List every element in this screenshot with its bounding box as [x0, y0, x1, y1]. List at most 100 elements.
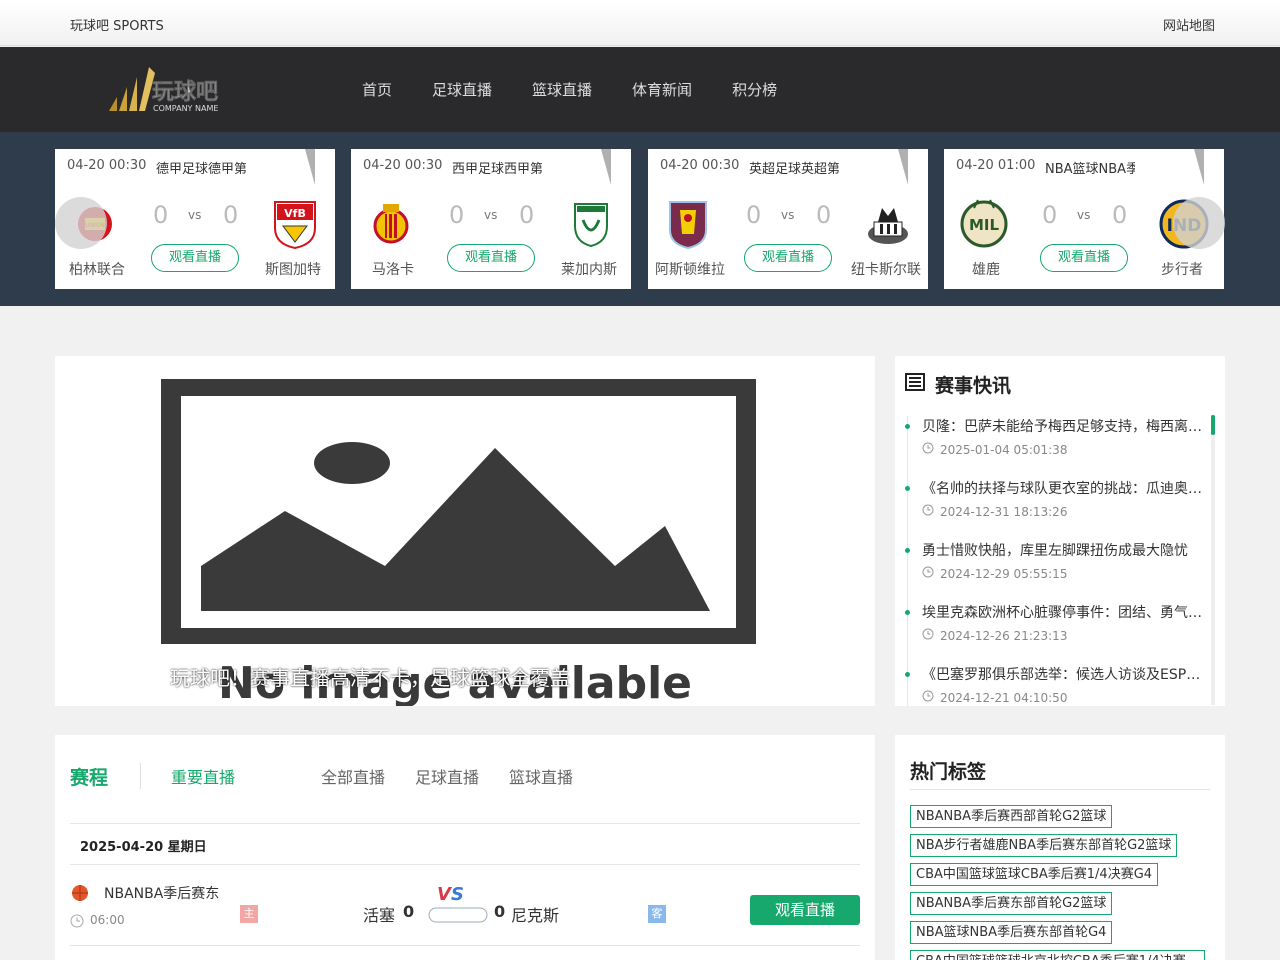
match-league: 英超足球英超第33轮	[749, 162, 839, 174]
row-home-team: 活塞	[363, 906, 396, 925]
row-time: 06:00	[90, 913, 125, 927]
away-team-name: 纽卡斯尔联	[851, 262, 921, 278]
news-date: 2024-12-29 05:55:15	[940, 566, 1068, 581]
home-tag: 主	[240, 905, 258, 923]
logo-text: 玩球吧	[152, 80, 218, 105]
tag-link[interactable]: CBA中国篮球篮球CBA季后赛1/4决赛G4	[910, 863, 1159, 886]
tag-link[interactable]: NBANBA季后赛东部首轮G2篮球	[910, 892, 1113, 915]
svg-text:MIL: MIL	[969, 216, 1000, 234]
tag-link[interactable]: CBA中国篮球篮球北京北控CBA季后赛1/4决赛	[910, 950, 1205, 960]
news-title: 赛事快讯	[935, 375, 1012, 397]
news-headline[interactable]: 《巴塞罗那俱乐部选举：候选人访谈及ESPN报道》	[922, 664, 1208, 684]
clock-icon	[922, 504, 934, 519]
match-league: NBA篮球NBA季后赛	[1045, 162, 1135, 174]
tab-basketball-live[interactable]: 篮球直播	[509, 764, 573, 788]
site-logo[interactable]: 玩球吧 COMPANY NAME	[105, 61, 240, 117]
nav-football-live[interactable]: 足球直播	[432, 79, 492, 100]
watch-live-button[interactable]: 观看直播	[1040, 244, 1128, 272]
away-score: 0	[816, 201, 832, 229]
nav-home[interactable]: 首页	[362, 79, 392, 100]
watch-live-button[interactable]: 观看直播	[744, 244, 832, 272]
svg-text:S: S	[451, 884, 464, 905]
nav-standings[interactable]: 积分榜	[732, 79, 777, 100]
timeline-dot	[905, 486, 910, 491]
hot-tags-panel: 热门标签 NBANBA季后赛西部首轮G2篮球 NBA步行者雄鹿NBA季后赛东部首…	[895, 735, 1225, 960]
card-flag	[1194, 149, 1204, 185]
nav-sports-news[interactable]: 体育新闻	[632, 79, 692, 100]
timeline-dot	[905, 424, 910, 429]
row-home-score: 0	[403, 902, 415, 921]
news-headline[interactable]: 埃里克森欧洲杯心脏骤停事件：团结、勇气与希望	[922, 602, 1208, 622]
news-item[interactable]: 贝隆：巴萨未能给予梅西足够支持，梅西离开令人遗憾 2025-01-04 05:01…	[905, 416, 1208, 478]
clock-icon	[922, 690, 934, 705]
news-headline[interactable]: 勇士惜败快船，库里左脚踝扭伤成最大隐忧	[922, 540, 1208, 560]
schedule-panel: 赛程 重要直播 全部直播 足球直播 篮球直播 2025-04-20 星期日 NB…	[55, 735, 875, 960]
divider	[70, 864, 860, 865]
away-team-name: 斯图加特	[265, 262, 321, 278]
schedule-date: 2025-04-20 星期日	[80, 840, 207, 855]
match-league: 德甲足球德甲第30轮	[156, 162, 246, 174]
nav-items: 首页 足球直播 篮球直播 体育新闻 积分榜	[362, 79, 777, 100]
main-nav: 玩球吧 COMPANY NAME 首页 足球直播 篮球直播 体育新闻 积分榜	[0, 47, 1280, 132]
news-item[interactable]: 《名帅的扶择与球队更衣室的挑战：瓜迪奥拉谈执教心得》 2024-12-31 18:…	[905, 478, 1208, 540]
nav-basketball-live[interactable]: 篮球直播	[532, 79, 592, 100]
clock-icon	[922, 628, 934, 643]
news-item[interactable]: 勇士惜败快船，库里左脚踝扭伤成最大隐忧 2024-12-29 05:55:15	[905, 540, 1208, 602]
home-team-name: 柏林联合	[69, 262, 125, 278]
card-flag	[305, 149, 315, 185]
news-headline[interactable]: 贝隆：巴萨未能给予梅西足够支持，梅西离开令人遗憾	[922, 416, 1208, 436]
tab-important-live[interactable]: 重要直播	[171, 764, 235, 788]
tab-football-live[interactable]: 足球直播	[415, 764, 479, 788]
title-divider	[140, 763, 141, 789]
away-score: 0	[519, 201, 535, 229]
site-name[interactable]: 玩球吧 SPORTS	[70, 15, 164, 34]
watch-live-button[interactable]: 观看直播	[447, 244, 535, 272]
tag-link[interactable]: NBANBA季后赛西部首轮G2篮球	[910, 805, 1113, 828]
vs-label: vs	[484, 208, 498, 222]
watch-live-button[interactable]: 观看直播	[151, 244, 239, 272]
news-scrollbar[interactable]	[1211, 415, 1215, 705]
home-score: 0	[1042, 201, 1058, 229]
match-card[interactable]: 04-20 00:30 西甲足球西甲第32轮 0 vs 0 观看直播 马洛卡 莱…	[351, 149, 631, 289]
row-league: NBANBA季后赛东	[104, 886, 220, 902]
row-away-team: 尼克斯	[511, 906, 560, 925]
card-flag	[601, 149, 611, 185]
news-date: 2024-12-21 04:10:50	[940, 690, 1068, 705]
card-flag	[898, 149, 908, 185]
news-item[interactable]: 《巴塞罗那俱乐部选举：候选人访谈及ESPN报道》 2024-12-21 04:10…	[905, 664, 1208, 706]
match-card[interactable]: 04-20 00:30 英超足球英超第33轮 0 vs 0 观看直播 阿斯顿维拉…	[648, 149, 928, 289]
banner-caption[interactable]: 玩球吧！赛事直播高清不卡，足球篮球全覆盖	[170, 662, 570, 691]
news-headline[interactable]: 《名帅的扶择与球队更衣室的挑战：瓜迪奥拉谈执教心得》	[922, 478, 1208, 498]
newcastle-crest-icon	[860, 196, 916, 252]
carousel-prev-button[interactable]	[55, 197, 107, 249]
home-team-name: 马洛卡	[372, 262, 414, 278]
watch-live-button[interactable]: 观看直播	[750, 895, 860, 925]
home-team-name: 阿斯顿维拉	[655, 262, 725, 278]
tab-all-live[interactable]: 全部直播	[321, 764, 385, 788]
vs-label: vs	[188, 208, 202, 222]
carousel-next-button[interactable]	[1173, 197, 1225, 249]
divider	[70, 945, 860, 946]
news-panel: 赛事快讯 贝隆：巴萨未能给予梅西足够支持，梅西离开令人遗憾 2025-01-04 …	[895, 356, 1225, 706]
timeline-dot	[905, 672, 910, 677]
clock-icon	[922, 566, 934, 581]
row-away-score: 0	[494, 902, 506, 921]
sitemap-link[interactable]: 网站地图	[1163, 15, 1215, 34]
vs-badge-icon: VS	[427, 882, 491, 930]
basketball-icon	[71, 884, 89, 906]
news-item[interactable]: 埃里克森欧洲杯心脏骤停事件：团结、勇气与希望 2024-12-26 21:23:1…	[905, 602, 1208, 664]
home-score: 0	[449, 201, 465, 229]
home-score: 0	[153, 201, 169, 229]
scrollbar-thumb[interactable]	[1211, 415, 1215, 435]
news-list-icon	[905, 372, 925, 397]
logo-sub: COMPANY NAME	[153, 104, 218, 113]
match-band: 04-20 00:30 德甲足球德甲第30轮 UNION 0 vs 0 VfB …	[0, 132, 1280, 306]
news-date: 2024-12-26 21:23:13	[940, 628, 1068, 643]
no-image-placeholder-icon: No image available	[55, 356, 875, 706]
stuttgart-crest-icon: VfB	[267, 196, 323, 252]
hero-banner[interactable]: No image available 玩球吧！赛事直播高清不卡，足球篮球全覆盖	[55, 356, 875, 706]
news-header: 赛事快讯	[905, 371, 1011, 398]
tag-link[interactable]: NBA步行者雄鹿NBA季后赛东部首轮G2篮球	[910, 834, 1178, 857]
tag-link[interactable]: NBA篮球NBA季后赛东部首轮G4	[910, 921, 1113, 944]
news-date: 2025-01-04 05:01:38	[940, 442, 1068, 457]
